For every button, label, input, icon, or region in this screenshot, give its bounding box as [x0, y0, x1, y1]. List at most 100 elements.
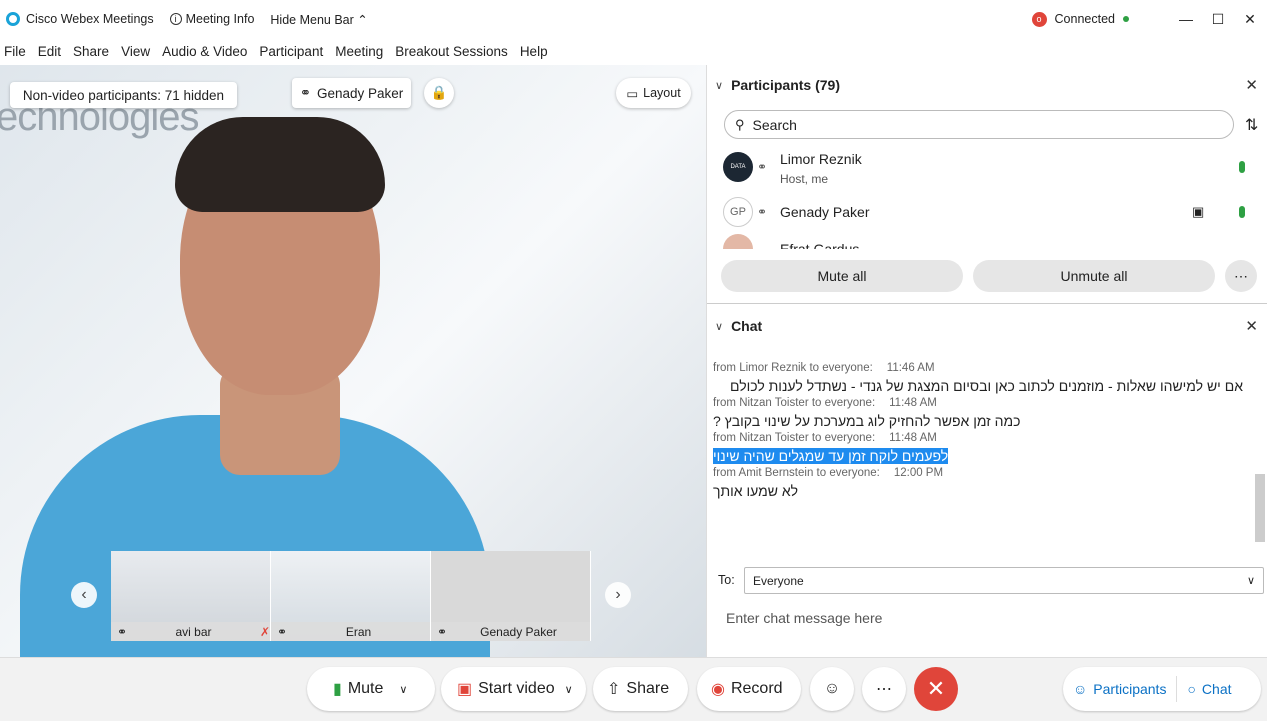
menu-meeting[interactable]: Meeting: [335, 44, 383, 59]
chat-message-input[interactable]: Enter chat message here: [726, 610, 882, 626]
share-button[interactable]: ⇧ Share: [593, 667, 688, 711]
close-window-button[interactable]: ✕: [1235, 11, 1265, 28]
mute-button[interactable]: ▮ Mute ∨: [307, 667, 435, 711]
chat-toggle-button[interactable]: Chat: [1202, 681, 1232, 697]
chat-title: Chat: [731, 318, 763, 334]
close-icon: ✕: [926, 676, 946, 701]
chat-scrollbar[interactable]: [1255, 350, 1265, 560]
record-button[interactable]: ◉ Record: [697, 667, 801, 711]
chevron-right-icon: ›: [615, 586, 621, 603]
close-participants-button[interactable]: ✕: [1245, 76, 1258, 94]
participant-name: Limor Reznik: [780, 151, 862, 167]
meeting-info-button[interactable]: i Meeting Info: [169, 12, 255, 26]
menu-help[interactable]: Help: [520, 44, 548, 59]
menu-view[interactable]: View: [121, 44, 150, 59]
end-meeting-button[interactable]: ✕: [914, 667, 958, 711]
sort-icon[interactable]: ⇅: [1245, 115, 1258, 135]
recording-status-icon: o: [1031, 11, 1047, 27]
chat-bubble-icon: ○: [1187, 681, 1196, 697]
thumbnail-name-bar: ⚭ Eran: [271, 622, 430, 641]
lock-icon: 🔒: [430, 85, 448, 100]
chat-message: כמה זמן אפשר להחזיק לוג במערכת על שינוי …: [713, 412, 1243, 430]
hide-menu-bar-button[interactable]: Hide Menu Bar ⌃: [270, 12, 367, 27]
participants-more-button[interactable]: ⋯: [1225, 260, 1257, 292]
meeting-info-label: Meeting Info: [185, 12, 255, 26]
thumbnail-genady-paker[interactable]: ⚭ Genady Paker: [431, 551, 591, 641]
collapse-participants-icon[interactable]: ∨: [715, 79, 723, 92]
person-icon: ☺: [1073, 681, 1088, 697]
mic-active-icon: [1239, 161, 1245, 173]
participant-list: DATA ⚭ Limor Reznik Host, me GP ⚭ Genady…: [707, 145, 1263, 249]
mute-options-chevron-icon[interactable]: ∨: [399, 683, 407, 696]
menu-share[interactable]: Share: [73, 44, 109, 59]
thumbnail-name-bar: ⚭ Genady Paker: [431, 622, 590, 641]
thumbnail-avi-bar[interactable]: ⚭ avi bar ✗: [111, 551, 271, 641]
video-off-icon: ▣: [457, 681, 473, 698]
chat-message-selected: לפעמים לוקח זמן עד שמגלים שהיה שינוי: [713, 448, 949, 464]
maximize-button[interactable]: ☐: [1203, 11, 1233, 28]
mute-all-button[interactable]: Mute all: [721, 260, 963, 292]
participant-row[interactable]: Efrat Gardus: [707, 227, 1263, 249]
chat-time: 12:00 PM: [893, 467, 944, 479]
participant-name: Genady Paker: [780, 204, 870, 220]
recipient-select[interactable]: Everyone ∨: [744, 567, 1264, 594]
participant-row[interactable]: DATA ⚭ Limor Reznik Host, me: [707, 145, 1263, 189]
panel-toggle-group: ☺ Participants ○ Chat: [1063, 667, 1261, 711]
close-chat-button[interactable]: ✕: [1245, 317, 1258, 335]
search-placeholder: Search: [752, 116, 797, 133]
chat-message: לפעמים לוקח זמן עד שמגלים שהיה שינוי: [713, 447, 1243, 465]
mic-active-icon: [1239, 206, 1245, 218]
reactions-button[interactable]: ☺: [810, 667, 854, 711]
record-label: Record: [730, 680, 783, 697]
chat-sender: from Amit Bernstein to everyone:: [713, 467, 880, 479]
chat-time: 11:48 AM: [889, 397, 937, 409]
microphone-icon: ▮: [333, 681, 342, 698]
start-video-button[interactable]: ▣ Start video ∨: [441, 667, 586, 711]
connected-dot-icon: [1123, 16, 1129, 22]
layout-icon: ▭: [626, 86, 639, 101]
menu-edit[interactable]: Edit: [38, 44, 61, 59]
active-speaker-label: ⚭ Genady Paker: [292, 78, 411, 108]
chat-meta: from Nitzan Toister to everyone: 11:48 AM: [713, 395, 1243, 412]
muted-mic-icon: ✗: [259, 624, 270, 639]
menu-breakout-sessions[interactable]: Breakout Sessions: [395, 44, 508, 59]
info-icon: i: [169, 13, 182, 25]
unmute-all-button[interactable]: Unmute all: [973, 260, 1215, 292]
lock-video-button[interactable]: 🔒: [424, 78, 454, 108]
thumbnails-prev-button[interactable]: ‹: [71, 582, 97, 608]
non-video-participants-badge[interactable]: Non-video participants: 71 hidden: [10, 82, 237, 108]
start-video-label: Start video: [478, 680, 555, 697]
chat-time: 11:48 AM: [889, 432, 937, 444]
chat-scrollbar-thumb[interactable]: [1255, 474, 1265, 542]
video-options-chevron-icon[interactable]: ∨: [565, 683, 573, 696]
participant-search-input[interactable]: ⚲ Search: [724, 110, 1234, 139]
menu-audio-video[interactable]: Audio & Video: [162, 44, 247, 59]
thumbnails-next-button[interactable]: ›: [605, 582, 631, 608]
chevron-left-icon: ‹: [81, 586, 87, 603]
mute-label: Mute: [347, 680, 384, 697]
thumbnail-name: Eran: [345, 624, 372, 639]
more-options-button[interactable]: ⋯: [862, 667, 906, 711]
chat-meta: from Limor Reznik to everyone: 11:46 AM: [713, 360, 1243, 377]
headset-icon: ⚭: [117, 624, 128, 639]
menu-file[interactable]: File: [4, 44, 26, 59]
chevron-down-icon: ∨: [1246, 575, 1255, 587]
layout-button[interactable]: ▭ Layout: [616, 78, 691, 108]
toggle-separator: [1176, 676, 1178, 702]
active-speaker-name: Genady Paker: [317, 85, 404, 101]
chat-sender: from Limor Reznik to everyone:: [713, 362, 873, 374]
avatar: DATA: [723, 152, 753, 182]
participants-toggle-button[interactable]: Participants: [1093, 681, 1166, 697]
chat-message-text: לא שמעו אותך: [713, 483, 799, 499]
app-title: Cisco Webex Meetings: [6, 12, 154, 26]
recipient-value: Everyone: [753, 573, 804, 588]
chat-sender: from Nitzan Toister to everyone:: [713, 432, 876, 444]
collapse-chat-icon[interactable]: ∨: [715, 320, 723, 333]
main-video-area: echnologies Non-video participants: 71 h…: [0, 65, 706, 657]
more-icon: ⋯: [1234, 267, 1248, 284]
menu-participant[interactable]: Participant: [259, 44, 323, 59]
search-icon: ⚲: [735, 116, 745, 132]
thumbnail-eran[interactable]: ⚭ Eran: [271, 551, 431, 641]
avatar: [723, 234, 753, 249]
minimize-button[interactable]: —: [1171, 11, 1201, 27]
